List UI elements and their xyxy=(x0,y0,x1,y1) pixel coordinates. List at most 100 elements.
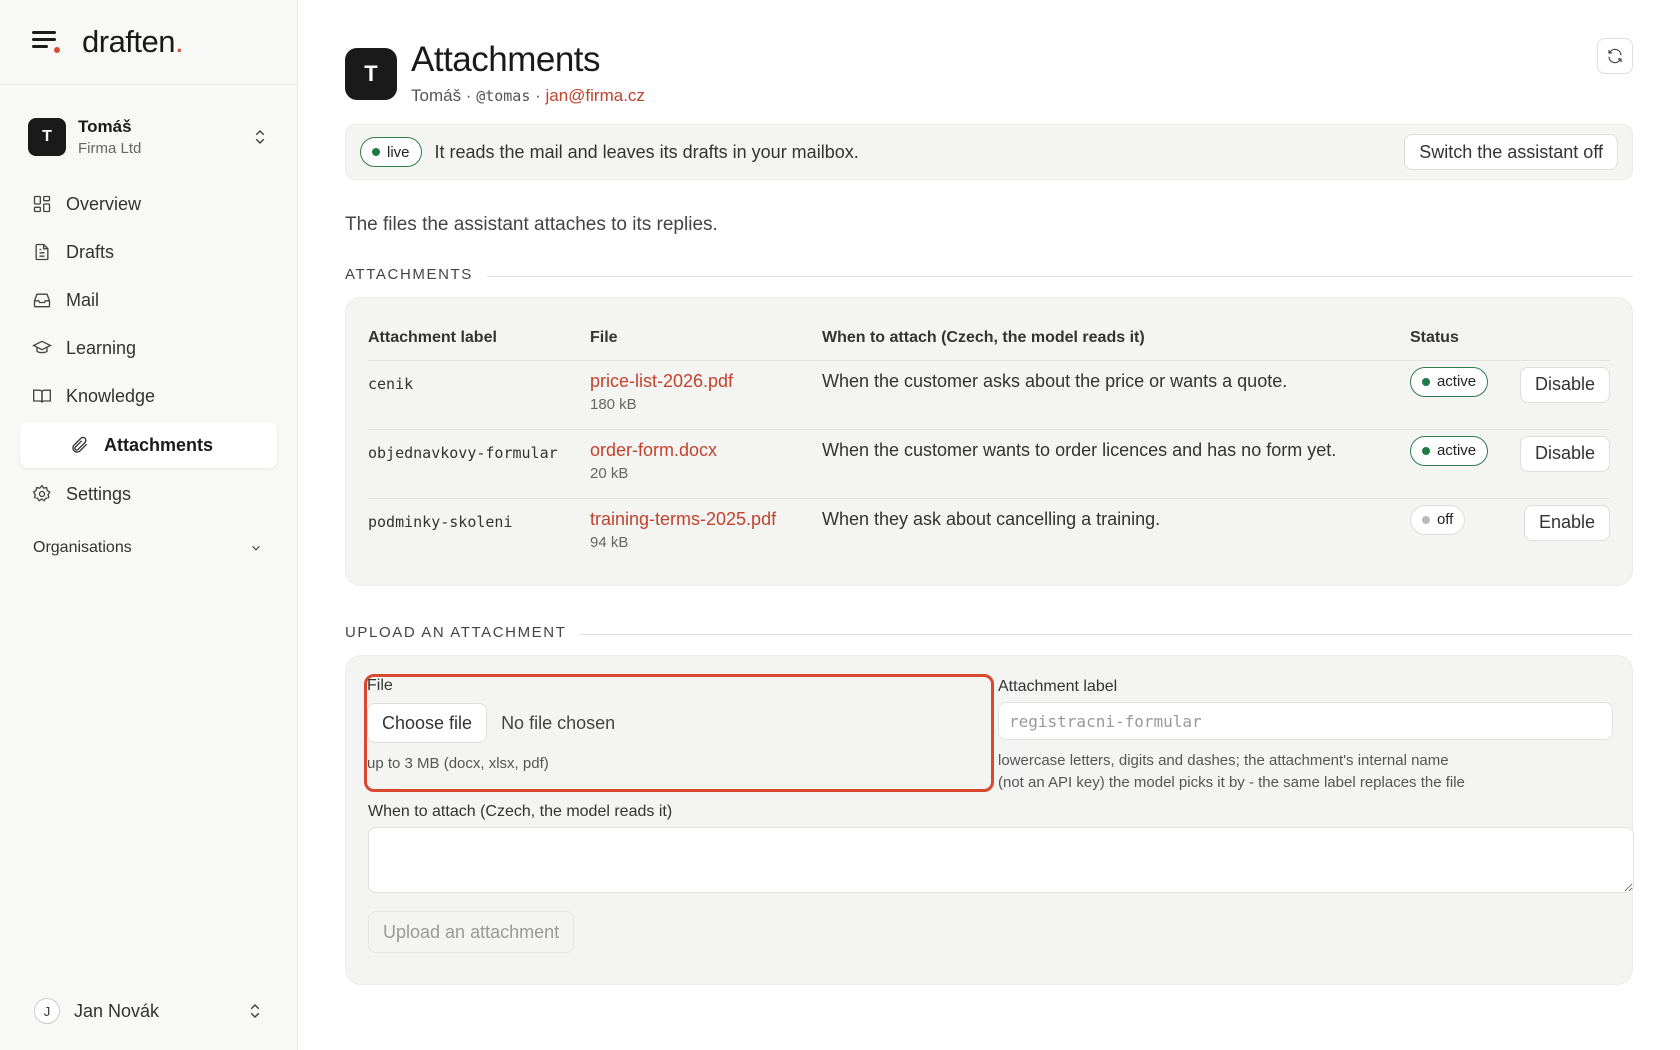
user-name: Jan Novák xyxy=(74,1000,160,1021)
chevron-updown-icon xyxy=(255,129,265,145)
subtitle-email-link[interactable]: jan@firma.cz xyxy=(545,86,644,105)
column-header-file: File xyxy=(589,316,822,361)
account-org: Firma Ltd xyxy=(78,140,142,157)
sidebar-item-mail[interactable]: Mail xyxy=(20,276,277,324)
brand-logo[interactable]: draften. xyxy=(82,24,184,60)
account-switcher[interactable]: T Tomáš Firma Ltd xyxy=(0,94,297,180)
when-to-attach-field: When to attach (Czech, the model reads i… xyxy=(368,803,1634,898)
sidebar-item-learning[interactable]: Learning xyxy=(20,324,277,372)
status-dot-icon xyxy=(372,148,380,156)
file-link[interactable]: order-form.docx xyxy=(590,440,822,461)
disable-button[interactable]: Disable xyxy=(1519,435,1610,472)
status-badge: off xyxy=(1409,504,1466,535)
sidebar-item-label: Knowledge xyxy=(66,385,156,406)
subtitle-name: Tomáš xyxy=(411,86,462,105)
sidebar-item-settings[interactable]: Settings xyxy=(20,470,277,518)
page-header: T Attachments Tomáš · @tomas · jan@firma… xyxy=(345,40,1633,106)
choose-file-button[interactable]: Choose file xyxy=(367,703,488,743)
file-picker[interactable]: Choose file No file chosen xyxy=(367,703,991,743)
sidebar-item-label: Settings xyxy=(66,483,132,504)
attachment-label-hint: lowercase letters, digits and dashes; th… xyxy=(998,750,1613,794)
file-hint: up to 3 MB (docx, xlsx, pdf) xyxy=(367,755,549,772)
attachment-label: podminky-skoleni xyxy=(368,512,513,531)
attachment-label-hint-line: (not an API key) the model picks it by -… xyxy=(998,774,1465,791)
status-badge: active xyxy=(1409,366,1489,397)
organisations-toggle[interactable]: Organisations xyxy=(0,522,297,574)
page-subtitle: Tomáš · @tomas · jan@firma.cz xyxy=(411,86,645,106)
organisations-label: Organisations xyxy=(33,539,132,556)
sidebar-item-label: Overview xyxy=(66,193,142,214)
chevron-updown-icon xyxy=(250,1003,260,1019)
page-intro: The files the assistant attaches to its … xyxy=(345,214,718,235)
attachments-table-card: Attachment label File When to attach (Cz… xyxy=(345,297,1633,586)
inbox-icon xyxy=(33,293,51,308)
attachment-label: objednavkovy-formular xyxy=(368,429,590,499)
when-to-attach-textarea[interactable] xyxy=(368,827,1634,893)
book-open-icon xyxy=(33,389,51,403)
attachments-table: Attachment label File When to attach (Cz… xyxy=(368,316,1610,567)
table-header-row: Attachment label File When to attach (Cz… xyxy=(368,316,1610,361)
when-to-attach-label: When to attach (Czech, the model reads i… xyxy=(368,803,673,820)
grid-icon xyxy=(33,195,51,213)
live-badge-label: live xyxy=(387,143,410,161)
sidebar-item-drafts[interactable]: Drafts xyxy=(20,228,277,276)
sidebar-item-label: Mail xyxy=(66,289,100,310)
refresh-icon xyxy=(1608,48,1622,64)
status-badge: active xyxy=(1409,435,1489,466)
sidebar-item-label: Learning xyxy=(66,337,137,358)
section-heading-label: ATTACHMENTS xyxy=(345,266,473,283)
column-header-label: Attachment label xyxy=(368,316,590,361)
refresh-button[interactable] xyxy=(1597,38,1633,74)
status-dot-icon xyxy=(1421,377,1430,386)
attachment-label-hint-line: lowercase letters, digits and dashes; th… xyxy=(998,752,1449,769)
status-dot-icon xyxy=(1421,446,1430,455)
file-link[interactable]: training-terms-2025.pdf xyxy=(590,509,822,530)
sidebar: draften. T Tomáš Firma Ltd Overview Draf… xyxy=(0,0,298,1050)
paperclip-icon xyxy=(72,436,88,453)
switch-assistant-off-button[interactable]: Switch the assistant off xyxy=(1404,134,1618,170)
gear-icon xyxy=(32,484,51,502)
section-heading-label: UPLOAD AN ATTACHMENT xyxy=(345,624,567,641)
table-row: objednavkovy-formular order-form.docx 20 … xyxy=(368,429,1610,499)
file-size: 180 kB xyxy=(589,395,637,413)
upload-form: File Choose file No file chosen up to 3 … xyxy=(345,655,1634,985)
brand-row: draften. xyxy=(0,0,297,85)
disable-button[interactable]: Disable xyxy=(1519,366,1610,403)
user-menu[interactable]: J Jan Novák xyxy=(0,990,298,1032)
sidebar-item-overview[interactable]: Overview xyxy=(20,180,277,228)
page-avatar: T xyxy=(345,48,397,100)
table-row: cenik price-list-2026.pdf 180 kB When the… xyxy=(368,360,1610,430)
account-avatar: T xyxy=(28,118,66,156)
sidebar-item-knowledge[interactable]: Knowledge xyxy=(20,372,277,420)
table-row: podminky-skoleni training-terms-2025.pdf… xyxy=(368,498,1610,567)
subtitle-separator: · xyxy=(530,86,546,105)
upload-attachment-button[interactable]: Upload an attachment xyxy=(368,911,575,953)
attachment-label-input[interactable] xyxy=(998,702,1613,740)
status-badge-label: active xyxy=(1436,373,1477,390)
sidebar-nav: Overview Drafts Mail Learning Knowledge … xyxy=(0,180,297,518)
when-to-attach: When the customer wants to order licence… xyxy=(821,429,1410,499)
attachment-label: cenik xyxy=(368,360,590,430)
menu-icon[interactable] xyxy=(32,31,60,53)
when-to-attach: When they ask about cancelling a trainin… xyxy=(821,508,1161,529)
column-header-status: Status xyxy=(1409,316,1520,361)
enable-button[interactable]: Enable xyxy=(1523,504,1610,541)
sidebar-item-label: Drafts xyxy=(66,241,115,262)
file-link[interactable]: price-list-2026.pdf xyxy=(590,371,822,392)
file-size: 20 kB xyxy=(589,464,629,482)
status-badge-label: active xyxy=(1436,442,1477,459)
no-file-text: No file chosen xyxy=(501,712,616,733)
chevron-down-icon xyxy=(252,545,260,551)
account-name: Tomáš xyxy=(78,117,132,136)
main-content: T Attachments Tomáš · @tomas · jan@firma… xyxy=(345,0,1634,985)
live-badge: live xyxy=(360,137,422,167)
page-title: Attachments xyxy=(411,40,601,79)
assistant-status-bar: live It reads the mail and leaves its dr… xyxy=(345,124,1633,180)
attachment-label-field-label: Attachment label xyxy=(998,678,1118,695)
column-header-when: When to attach (Czech, the model reads i… xyxy=(821,316,1410,361)
document-icon xyxy=(35,243,49,261)
file-field-label: File xyxy=(367,677,393,694)
sidebar-item-attachments[interactable]: Attachments xyxy=(20,422,277,468)
upload-section-heading: UPLOAD AN ATTACHMENT xyxy=(345,624,1633,641)
subtitle-separator: · xyxy=(461,86,477,105)
